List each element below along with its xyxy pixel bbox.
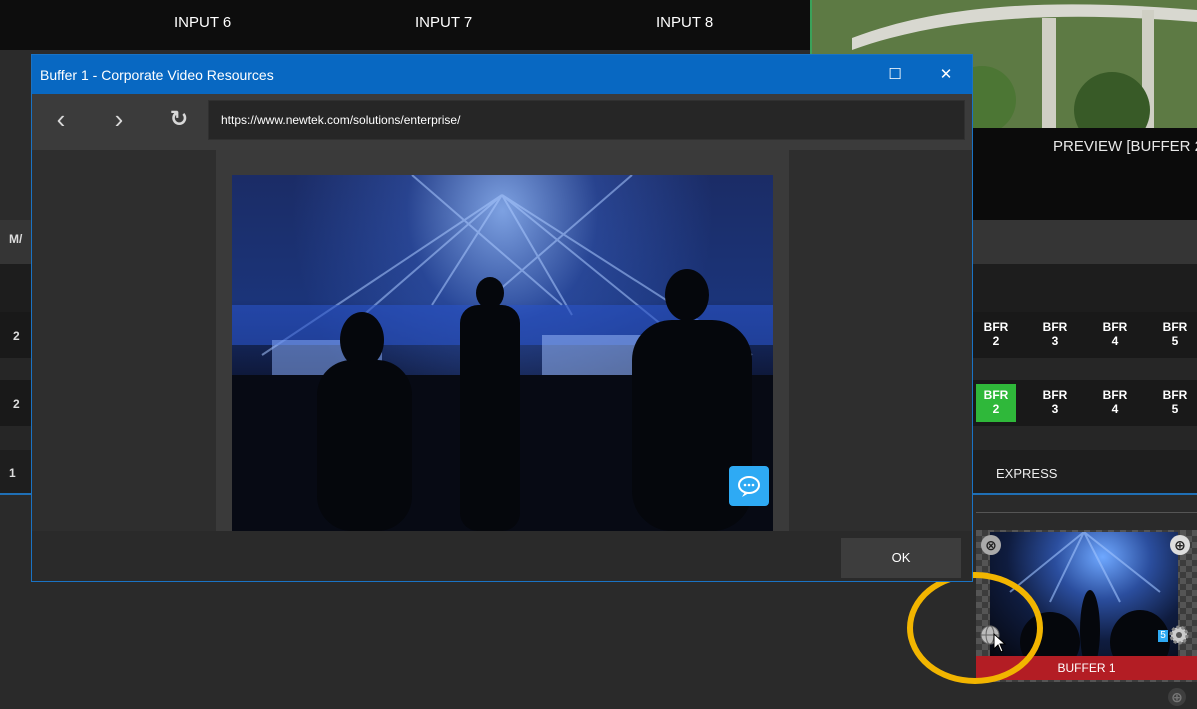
input-8-label[interactable]: INPUT 8 <box>656 14 713 31</box>
remove-buffer-icon[interactable]: ⊗ <box>981 535 1001 555</box>
close-icon[interactable]: ✕ <box>934 63 958 87</box>
express-separator <box>976 512 1197 513</box>
add-slot-icon[interactable]: ⊕ <box>1168 688 1186 706</box>
bfr-button-row1-5[interactable]: BFR 5 <box>1155 316 1195 354</box>
add-buffer-icon[interactable]: ⊕ <box>1170 535 1190 555</box>
preview-label: PREVIEW [BUFFER 2 <box>1053 138 1197 155</box>
browser-dialog: Buffer 1 - Corporate Video Resources ☐ ✕… <box>31 54 973 582</box>
concert-photo-art <box>232 175 773 531</box>
gear-icon[interactable] <box>1168 624 1190 646</box>
annotation-circle <box>907 572 1043 684</box>
concert-photo <box>232 175 773 531</box>
chat-bubble-icon[interactable] <box>729 466 769 506</box>
forward-arrow-icon[interactable]: › <box>105 105 133 133</box>
bfr-button-row2-2-active[interactable]: BFR 2 <box>976 384 1016 422</box>
express-tab[interactable]: EXPRESS <box>996 466 1057 481</box>
bfr-button-row1-4[interactable]: BFR 4 <box>1095 316 1135 354</box>
dialog-title: Buffer 1 - Corporate Video Resources <box>40 67 274 83</box>
maximize-icon[interactable]: ☐ <box>883 63 907 87</box>
left-label-row1: 2 <box>13 329 20 343</box>
left-label-mid: M/ <box>9 232 23 246</box>
ok-button[interactable]: OK <box>841 538 961 578</box>
input-7-label[interactable]: INPUT 7 <box>415 14 472 31</box>
bfr-button-row1-3[interactable]: BFR 3 <box>1035 316 1075 354</box>
bfr-button-row2-5[interactable]: BFR 5 <box>1155 384 1195 422</box>
bfr-button-row2-3[interactable]: BFR 3 <box>1035 384 1075 422</box>
back-arrow-icon[interactable]: ‹ <box>47 105 75 133</box>
url-field[interactable]: https://www.newtek.com/solutions/enterpr… <box>208 100 965 140</box>
left-label-row2: 2 <box>13 397 20 411</box>
bfr-button-row2-4[interactable]: BFR 4 <box>1095 384 1135 422</box>
reload-icon[interactable]: ↻ <box>165 105 193 133</box>
buffer-badge: 5 <box>1158 630 1168 642</box>
input-6-label[interactable]: INPUT 6 <box>174 14 231 31</box>
bfr-button-row1-2[interactable]: BFR 2 <box>976 316 1016 354</box>
dialog-footer <box>32 531 972 581</box>
left-label-row3: 1 <box>9 466 16 480</box>
